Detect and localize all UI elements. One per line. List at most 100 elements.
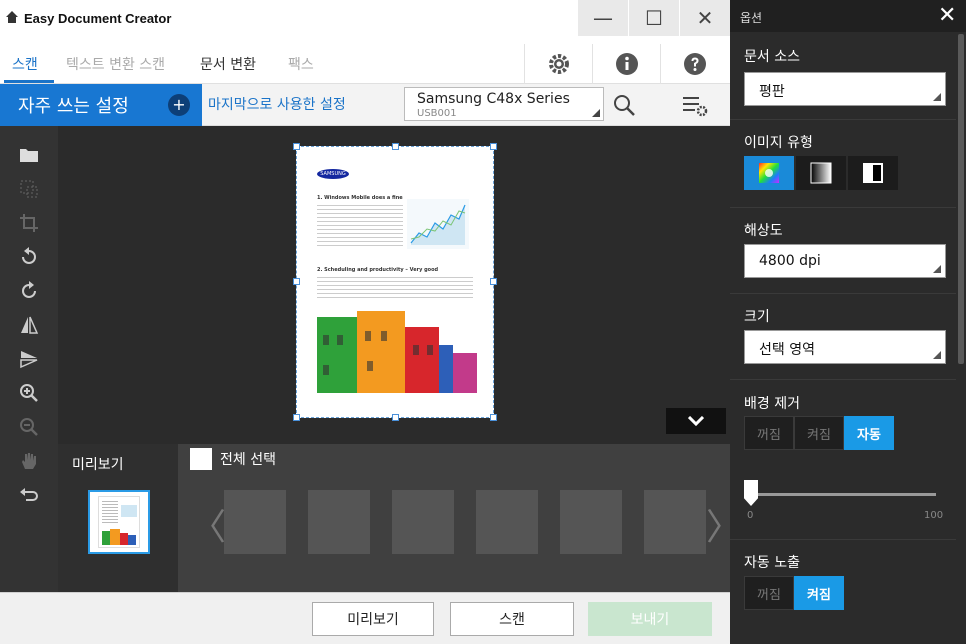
crop-handle-top-right[interactable] (490, 143, 497, 150)
auto-exposure-on[interactable]: 켜짐 (794, 576, 844, 610)
background-removal-auto[interactable]: 자동 (844, 416, 894, 450)
crop-handle-bottom-right[interactable] (490, 414, 497, 421)
selection-icon (20, 180, 38, 198)
resolution-label: 해상도 (744, 223, 783, 239)
select-all-label: 전체 선택 (220, 452, 276, 468)
grayscale-icon (810, 162, 832, 184)
scanned-page-preview[interactable]: SAMSUNG 1. Windows Mobile does a fine 2.… (296, 146, 494, 418)
title-bar: Easy Document Creator — ☐ ✕ (0, 0, 730, 36)
settings-button[interactable] (524, 44, 592, 84)
help-button[interactable] (660, 44, 728, 84)
open-folder-button[interactable] (18, 144, 40, 166)
minimize-button[interactable]: — (578, 0, 628, 36)
thumbnail-slot[interactable] (392, 490, 454, 554)
preview-panel: 미리보기 전체 선택 〈 〉 (58, 444, 742, 592)
chevron-down-icon (933, 265, 941, 273)
size-label: 크기 (744, 309, 770, 325)
options-scrollbar[interactable] (958, 34, 964, 364)
document-source-select[interactable]: 평판 (744, 72, 946, 106)
section-size: 크기 선택 영역 (730, 294, 956, 380)
favorite-settings-button[interactable]: 자주 쓰는 설정 + (0, 84, 202, 126)
thumbnail-slot[interactable] (560, 490, 622, 554)
tab-fax[interactable]: 팩스 (288, 54, 314, 74)
main-window: Easy Document Creator — ☐ ✕ 스캔 텍스트 변환 스캔… (0, 0, 742, 644)
crop-button[interactable] (18, 212, 40, 234)
select-area-button[interactable] (18, 178, 40, 200)
maximize-button[interactable]: ☐ (629, 0, 679, 36)
pan-button[interactable] (18, 450, 40, 472)
device-name: Samsung C48x Series (417, 91, 570, 107)
checkbox-icon[interactable] (190, 448, 212, 470)
flip-horizontal-button[interactable] (18, 314, 40, 336)
rotate-left-button[interactable] (18, 246, 40, 268)
list-settings-icon[interactable] (682, 93, 708, 117)
section-background-removal: 배경 제거 꺼짐 켜짐 자동 (730, 380, 956, 540)
crop-handle-bottom[interactable] (392, 414, 399, 421)
thumbnail-slot[interactable] (308, 490, 370, 554)
info-icon (615, 53, 638, 75)
background-removal-label: 배경 제거 (744, 396, 800, 412)
zoom-out-icon (20, 418, 38, 436)
options-title: 옵션 (740, 11, 763, 25)
document-source-value: 평판 (759, 84, 785, 100)
image-type-bw-button[interactable] (848, 156, 898, 190)
close-button[interactable]: ✕ (680, 0, 730, 36)
image-type-color-button[interactable] (744, 156, 794, 190)
preview-thumbnail[interactable] (88, 490, 150, 554)
app-title: Easy Document Creator (24, 11, 172, 26)
recent-settings-link[interactable]: 마지막으로 사용한 설정 (208, 94, 346, 114)
slider-max-label: 100 (924, 510, 944, 521)
collapse-panel-button[interactable] (666, 408, 726, 434)
zoom-out-button[interactable] (18, 416, 40, 438)
background-removal-on[interactable]: 켜짐 (794, 416, 844, 450)
section-auto-exposure: 자동 노출 꺼짐 켜짐 (730, 540, 956, 644)
gear-icon (548, 54, 569, 74)
black-white-icon (863, 163, 883, 183)
preview-button[interactable]: 미리보기 (312, 602, 434, 636)
send-button[interactable]: 보내기 (588, 602, 712, 636)
scan-canvas[interactable]: SAMSUNG 1. Windows Mobile does a fine 2.… (58, 126, 730, 444)
flip-vertical-button[interactable] (18, 348, 40, 370)
background-removal-off[interactable]: 꺼짐 (744, 416, 794, 450)
crop-handle-bottom-left[interactable] (293, 414, 300, 421)
crop-handle-right[interactable] (490, 278, 497, 285)
rotate-right-button[interactable] (18, 280, 40, 302)
home-icon (6, 11, 18, 23)
background-removal-slider[interactable] (750, 493, 936, 496)
crop-handle-top[interactable] (392, 143, 399, 150)
scan-button[interactable]: 스캔 (450, 602, 574, 636)
device-port: USB001 (417, 108, 457, 119)
info-button[interactable] (592, 44, 660, 84)
select-all-checkbox[interactable]: 전체 선택 (190, 448, 276, 470)
undo-button[interactable] (18, 484, 40, 506)
search-icon[interactable] (612, 93, 636, 117)
menu-bar: 스캔 텍스트 변환 스캔 문서 변환 팩스 (0, 36, 730, 84)
tab-scan[interactable]: 스캔 (12, 54, 38, 74)
preview-thumbnail-page (98, 496, 140, 548)
thumbnail-slot[interactable] (476, 490, 538, 554)
flip-horizontal-icon (21, 316, 39, 334)
crop-handle-top-left[interactable] (293, 143, 300, 150)
color-wheel-icon (759, 163, 779, 183)
auto-exposure-off[interactable]: 꺼짐 (744, 576, 794, 610)
tab-ocr-scan[interactable]: 텍스트 변환 스캔 (66, 54, 165, 74)
chevron-down-icon (933, 93, 941, 101)
chevron-down-icon (933, 351, 941, 359)
add-preset-icon[interactable]: + (168, 94, 190, 116)
flip-vertical-icon (20, 351, 38, 369)
hand-icon (22, 453, 36, 469)
device-select[interactable]: Samsung C48x Series USB001 (404, 87, 604, 121)
tab-document-convert[interactable]: 문서 변환 (200, 54, 256, 74)
crop-handle-left[interactable] (293, 278, 300, 285)
chevron-down-icon (592, 109, 600, 117)
size-select[interactable]: 선택 영역 (744, 330, 946, 364)
resolution-select[interactable]: 4800 dpi (744, 244, 946, 278)
close-icon[interactable]: ✕ (938, 3, 956, 28)
zoom-in-button[interactable] (18, 382, 40, 404)
thumbnail-slot[interactable] (644, 490, 706, 554)
image-type-grayscale-button[interactable] (796, 156, 846, 190)
resolution-value: 4800 dpi (759, 253, 821, 269)
chevron-left-icon[interactable]: 〈 (190, 498, 226, 550)
section-resolution: 해상도 4800 dpi (730, 208, 956, 294)
thumbnail-slot[interactable] (224, 490, 286, 554)
